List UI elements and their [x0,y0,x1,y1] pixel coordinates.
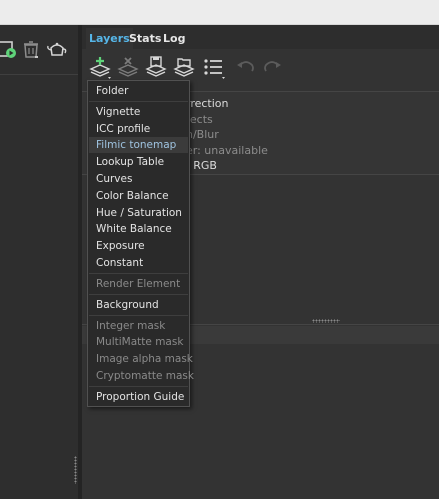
list-menu-icon[interactable] [202,55,226,79]
layers-toolbar [82,49,439,83]
menu-item-exposure[interactable]: Exposure [89,238,188,254]
panel-resize-grip[interactable] [312,319,340,323]
title-bar [0,0,439,25]
menu-item-filmic-tonemap[interactable]: Filmic tonemap [89,137,188,153]
render-toolbar [0,26,78,75]
menu-item-folder[interactable]: Folder [89,83,188,99]
menu-item-cryptomatte-mask: Cryptomatte mask [96,370,194,382]
property-row: rrection [186,97,229,110]
menu-item-multimatte-mask: MultiMatte mask [96,336,184,348]
menu-separator [89,294,188,295]
save-layers-icon[interactable] [144,55,168,79]
menu-separator [89,386,188,387]
render-view-pane [0,25,78,499]
trash-icon[interactable] [20,38,42,60]
property-row: : RGB [186,159,217,172]
panel-tabs: Layers Stats Log [82,25,439,49]
remove-layer-icon[interactable] [116,55,140,79]
menu-item-curves[interactable]: Curves [89,171,188,187]
menu-item-render-element: Render Element [96,278,181,290]
teapot-icon[interactable] [46,38,68,60]
undo-icon[interactable] [234,55,258,79]
render-icon[interactable] [0,38,18,60]
vfb-window: Layers Stats Log rrection fects n/Blur e… [0,0,439,499]
menu-item-color-balance[interactable]: Color Balance [89,188,188,204]
add-layer-icon[interactable] [88,55,112,79]
load-layers-icon[interactable] [172,55,196,79]
menu-item-background[interactable]: Background [89,297,188,313]
menu-item-image-alpha-mask: Image alpha mask [96,353,193,365]
menu-separator [89,101,188,102]
menu-item-integer-mask: Integer mask [96,320,166,332]
tab-log[interactable]: Log [160,28,188,49]
add-layer-menu: Folder Vignette ICC profile Filmic tonem… [87,80,194,407]
menu-separator [89,315,188,316]
menu-item-constant[interactable]: Constant [89,255,188,271]
menu-item-white-balance[interactable]: White Balance [89,221,188,237]
menu-item-vignette[interactable]: Vignette [89,104,188,120]
property-row: fects [186,113,213,126]
menu-separator [89,273,188,274]
pane-resize-grip[interactable] [74,456,77,484]
property-row: er: unavailable [186,144,268,157]
menu-item-lookup-table[interactable]: Lookup Table [89,154,188,170]
menu-item-proportion-guide[interactable]: Proportion Guide [89,389,188,405]
tab-stats[interactable]: Stats [126,28,164,49]
redo-icon[interactable] [260,55,284,79]
property-row: n/Blur [186,128,219,141]
menu-item-hue-saturation[interactable]: Hue / Saturation [89,205,188,221]
menu-item-icc-profile[interactable]: ICC profile [89,121,188,137]
